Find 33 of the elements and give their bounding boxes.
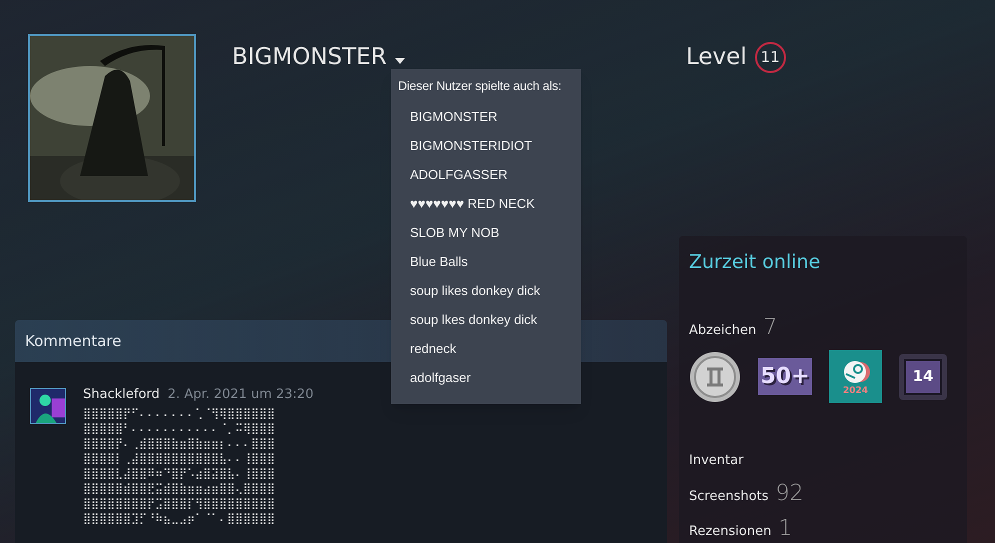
alias-item: ♥♥♥♥♥♥♥ RED NECK	[409, 194, 536, 212]
alias-item: redneck	[409, 340, 458, 358]
alias-item: ADOLFGASSER	[409, 166, 509, 184]
caret-icon[interactable]	[394, 58, 405, 64]
alias-item: BIGMONSTER	[409, 108, 498, 126]
stat-label[interactable]: Rezensionen	[689, 522, 772, 542]
badge-year: 2024	[842, 387, 868, 396]
framed-badge[interactable]: 14	[899, 354, 947, 400]
menu-title: Dieser Nutzer spielte auch als:	[397, 78, 562, 95]
alias-item: soup likes donkey dick	[409, 282, 542, 300]
stat-count: 1	[778, 518, 792, 540]
stat-label[interactable]: Inventar	[689, 451, 744, 470]
comment-author[interactable]: Shackleford	[83, 385, 160, 404]
stat-count: 92	[776, 482, 804, 504]
profile-name: BIGMONSTER	[232, 43, 387, 72]
alias-item: soup lkes donkey dick	[409, 310, 538, 329]
alias-item: BIGMONSTERIDIOT	[409, 136, 534, 154]
level-label: Level	[686, 43, 747, 72]
commenter-avatar[interactable]	[30, 388, 66, 424]
level-badge[interactable]: 11	[754, 42, 786, 73]
alias-item: adolfgaser	[409, 368, 472, 387]
stat-label[interactable]: Screenshots	[689, 486, 769, 506]
badge-number: 14	[912, 366, 934, 388]
stat-count: 7	[763, 316, 778, 338]
comment-text: ⣿⣿⣿⣿⣿⡟⠋⠄⠄⠄⠄⠄⠄⠄⢁⠈⢻⢿⣿⣿⣿⣿⣿⣿ ⣿⣿⣿⣿⣿⠃⠄⠄⠄⠄⠄⠄⠄⠄⠄⠄⠄⠈⡀⠭⢿⣿⣿⣿ ⣿⣿⣿⣿⡟⠄⢀⣾⣿⣿⣿⣷⣶⣿⣷⣶⣶⡆⠄⠄⠄⣿⣿⣿ ⣿⣿⣿⣿⡇⢀⣼⣿⣿⣿⣿⣿⣿⣿⣿⣿⣿⣧⠄⠄⢸⣿⣿⣿ ⣿⣿⣿⣿⣇⣼⣿⣿⠿⠶⠙⣿⡟⠡⣴⣿⣽⣿⣧⠄⢸⣿⣿⣿ ⣿⣿⣿⣿⣿⣾⣿⣿⣟⣭⣾⣿⣷⣶⣶⣴⣶⣿⣿⢄⣿⣿⣿⣿ ⣿⣿⣿⣿⣿⣿⣿⣿⡟⣩⣿⣿⣿⡏⢻⣿⣿⣿⣿⣿⣿⣿⣿⣿ ⣿⣿⣿⣿⣿⣿⣹⡋⠘⠷⣦⣀⣠⡶⠁⠈⠁⠄⣿⣿⣿⣿⣿⣿	[83, 406, 276, 526]
years-badge[interactable]: 50+	[758, 358, 812, 395]
online-status: Zurzeit online	[689, 250, 822, 275]
alias-item: SLOB MY NOB	[409, 224, 500, 242]
comments-title: Kommentare	[25, 330, 122, 352]
stat-label[interactable]: Abzeichen	[689, 320, 756, 340]
alias-item: Blue Balls	[409, 252, 469, 270]
comment-date: 2. Apr. 2021 um 23:20	[168, 386, 314, 404]
coin-badge-icon[interactable]	[689, 350, 741, 402]
